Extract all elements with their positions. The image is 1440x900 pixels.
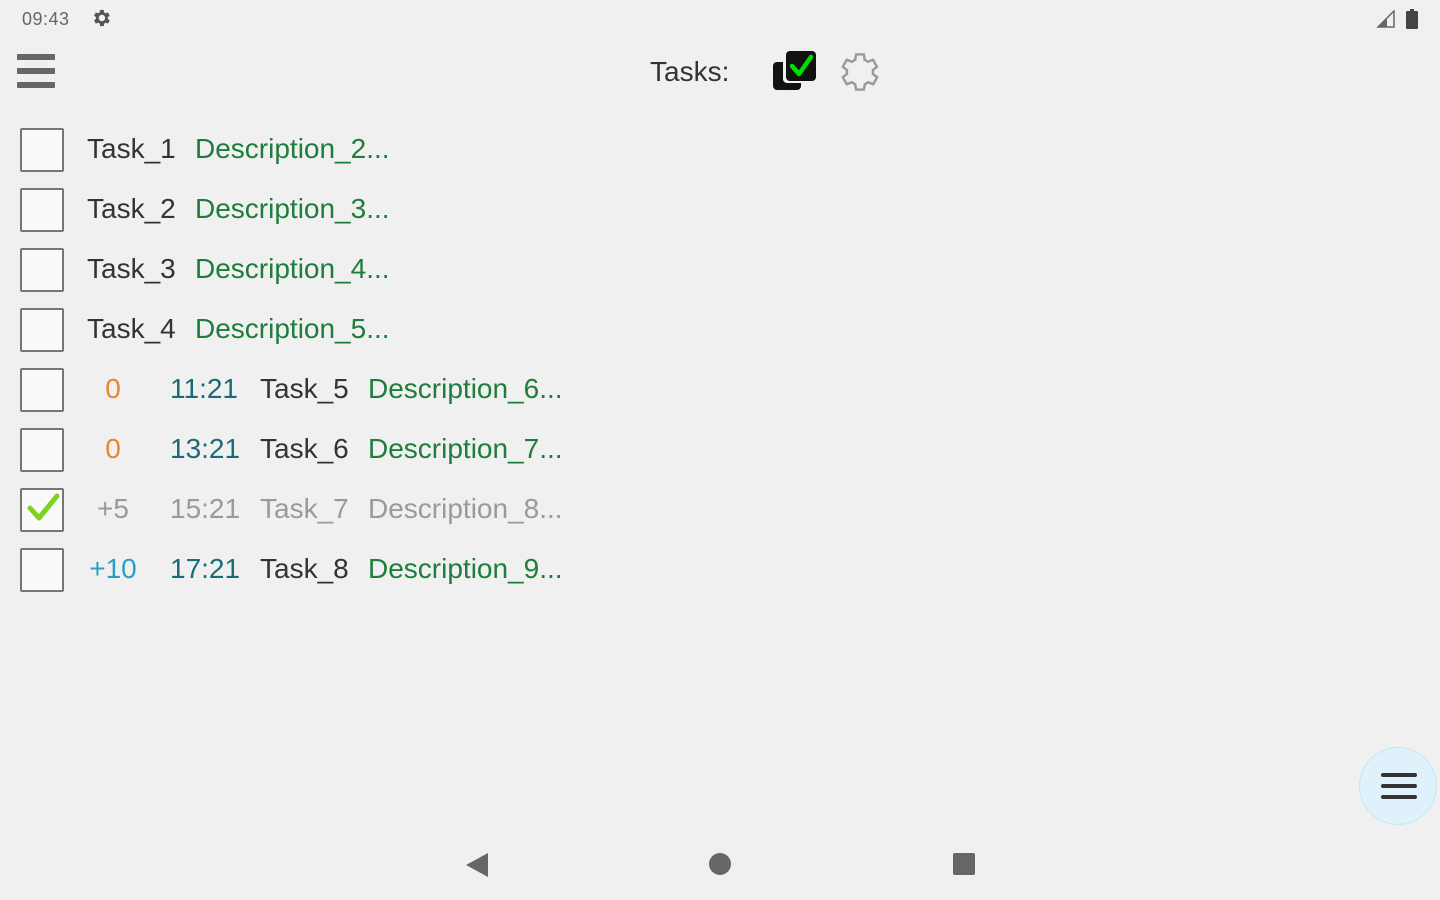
task-name: Task_8	[260, 553, 349, 584]
task-checkbox[interactable]	[20, 368, 64, 412]
status-bar: 09:43	[0, 0, 1440, 38]
battery-icon	[1406, 9, 1418, 29]
task-row[interactable]: 0 11:21 Task_5 Description_6...	[0, 360, 700, 420]
task-description: Description_4...	[195, 253, 390, 284]
task-checkbox[interactable]	[20, 248, 64, 292]
task-description: Description_8...	[368, 493, 563, 524]
task-offset: 0	[105, 373, 121, 404]
task-name: Task_4	[87, 313, 176, 344]
task-row[interactable]: Task_4 Description_5...	[0, 300, 700, 360]
task-name: Task_5	[260, 373, 349, 404]
task-row[interactable]: Task_1 Description_2...	[0, 120, 700, 180]
task-checkbox[interactable]	[20, 488, 64, 532]
task-offset: +10	[89, 553, 137, 584]
checked-boxes-icon[interactable]	[770, 48, 820, 96]
task-description: Description_3...	[195, 193, 390, 224]
task-row[interactable]: Task_3 Description_4...	[0, 240, 700, 300]
recents-icon[interactable]	[953, 853, 975, 875]
task-description: Description_9...	[368, 553, 563, 584]
task-name: Task_6	[260, 433, 349, 464]
task-checkbox[interactable]	[20, 428, 64, 472]
task-name: Task_2	[87, 193, 176, 224]
task-time: 15:21	[170, 493, 241, 524]
task-time: 17:21	[170, 553, 241, 584]
settings-gear-icon[interactable]	[834, 48, 884, 96]
fab-menu-button[interactable]	[1360, 748, 1436, 824]
task-checkbox[interactable]	[20, 308, 64, 352]
task-checkbox[interactable]	[20, 548, 64, 592]
task-checkbox[interactable]	[20, 128, 64, 172]
page-title: Tasks:	[650, 56, 730, 87]
task-row[interactable]: 0 13:21 Task_6 Description_7...	[0, 420, 700, 480]
task-row[interactable]: +10 17:21 Task_8 Description_9...	[0, 540, 700, 600]
task-time: 13:21	[170, 433, 241, 464]
gear-icon	[94, 9, 110, 27]
task-description: Description_7...	[368, 433, 563, 464]
task-description: Description_2...	[195, 133, 390, 164]
task-checkbox[interactable]	[20, 188, 64, 232]
task-offset: +5	[97, 493, 129, 524]
task-description: Description_5...	[195, 313, 390, 344]
task-row[interactable]: +5 15:21 Task_7 Description_8...	[0, 480, 700, 540]
task-name: Task_1	[87, 133, 176, 164]
task-name: Task_3	[87, 253, 176, 284]
task-description: Description_6...	[368, 373, 563, 404]
home-icon[interactable]	[709, 853, 731, 875]
status-time: 09:43	[22, 9, 70, 29]
hamburger-menu-icon[interactable]	[14, 50, 58, 94]
back-icon[interactable]	[462, 850, 492, 880]
task-time: 11:21	[170, 373, 238, 404]
task-name: Task_7	[260, 493, 349, 524]
checkmark-icon	[27, 493, 60, 521]
signal-icon	[1376, 10, 1395, 28]
task-row[interactable]: Task_2 Description_3...	[0, 180, 700, 240]
task-offset: 0	[105, 433, 121, 464]
